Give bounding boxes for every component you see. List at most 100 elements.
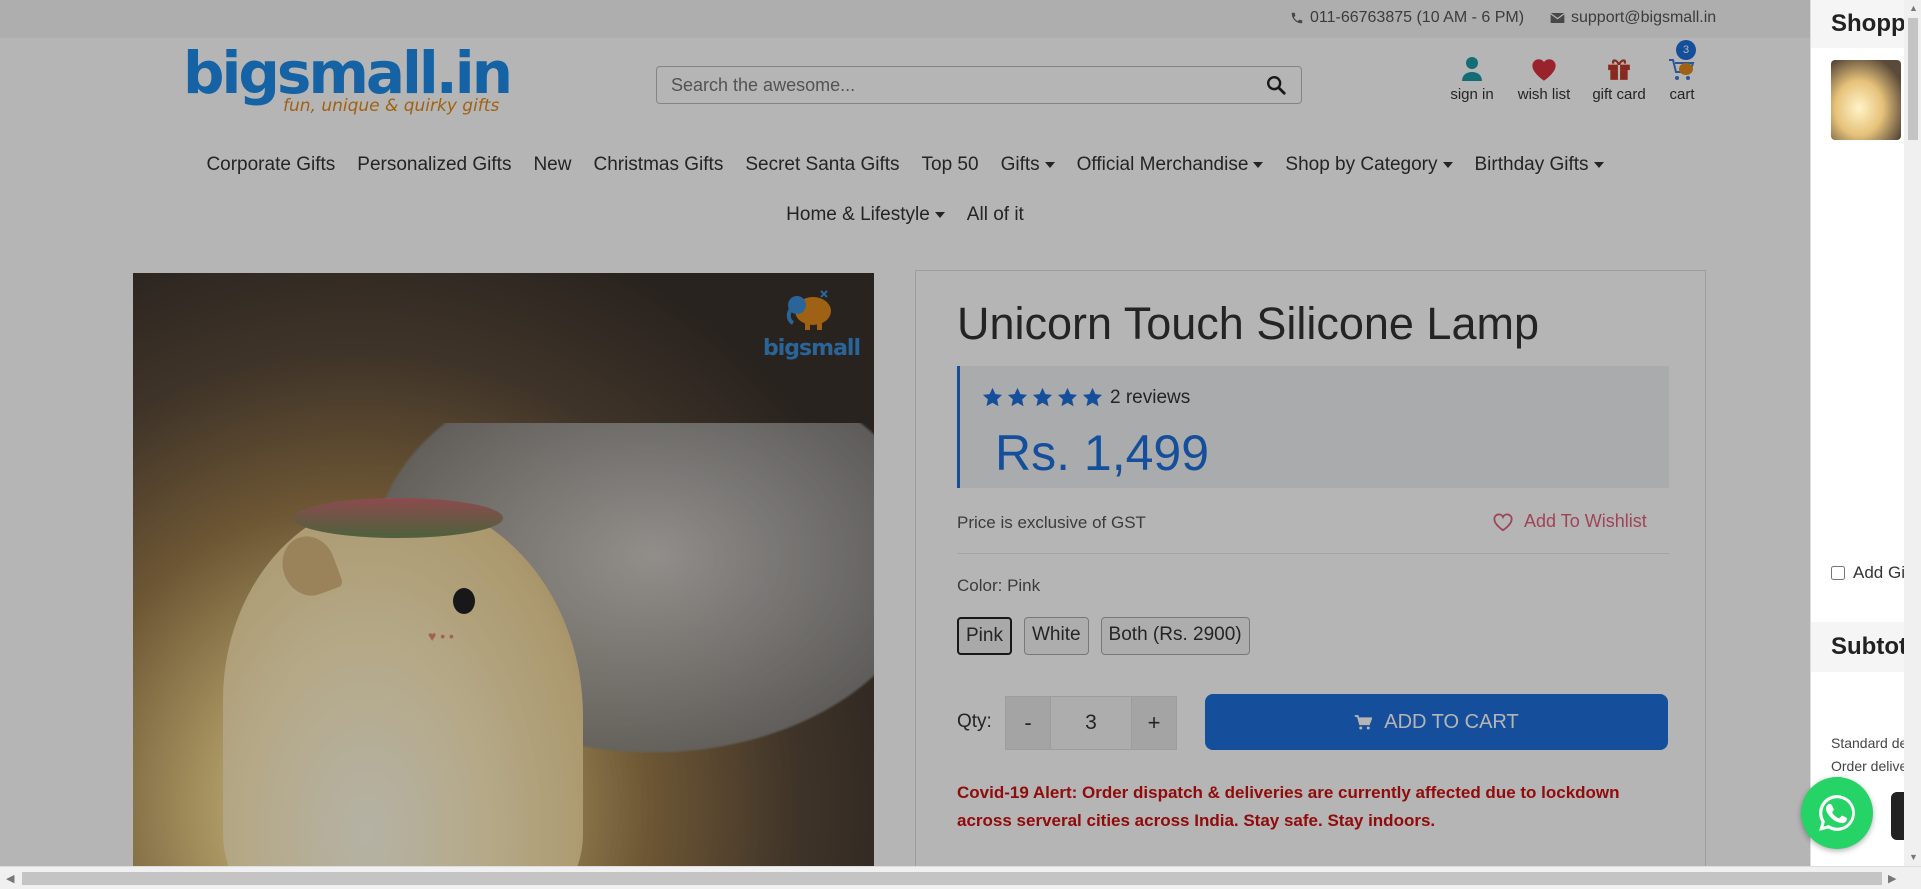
add-to-wishlist-button[interactable]: Add To Wishlist	[1492, 511, 1647, 532]
color-label: Color: Pink	[957, 576, 1041, 595]
star-icon	[1007, 387, 1028, 407]
whatsapp-icon	[1819, 795, 1855, 831]
heart-icon	[1532, 59, 1556, 81]
email-text: support@bigsmall.in	[1571, 9, 1717, 26]
scroll-down-icon[interactable]: ▼	[1909, 852, 1918, 862]
phone-icon	[1291, 12, 1303, 24]
caret-down-icon	[1442, 162, 1453, 168]
cart-count-badge: 3	[1676, 40, 1696, 60]
caret-down-icon	[1593, 162, 1604, 168]
star-icon	[982, 387, 1003, 407]
nav-shop-by-category[interactable]: Shop by Category	[1285, 154, 1453, 176]
star-icon	[1032, 387, 1053, 407]
qty-input[interactable]: 3	[1051, 696, 1131, 750]
phone-text: 011-66763875 (10 AM - 6 PM)	[1310, 9, 1525, 26]
product-image[interactable]: ♥ • • bigsmall	[133, 273, 874, 866]
scroll-right-icon[interactable]: ▶	[1888, 872, 1896, 885]
signin-link[interactable]: sign in	[1446, 56, 1498, 103]
wishlist-label: wish list	[1517, 86, 1571, 103]
top-bar: 011-66763875 (10 AM - 6 PM) support@bigs…	[0, 0, 1810, 38]
covid-alert: Covid-19 Alert: Order dispatch & deliver…	[957, 783, 1620, 830]
elephant-icon	[786, 290, 831, 330]
add-to-cart-button[interactable]: ADD TO CART	[1205, 694, 1668, 750]
cart-link[interactable]: 3 cart	[1662, 40, 1702, 103]
lamp-ear	[274, 528, 344, 604]
main-nav: Corporate Gifts Personalized Gifts New C…	[0, 140, 1810, 240]
scroll-up-icon[interactable]: ▲	[1909, 3, 1918, 13]
variant-white[interactable]: White	[1023, 617, 1089, 655]
nav-top-50[interactable]: Top 50	[922, 154, 979, 176]
search-bar	[656, 66, 1302, 104]
caret-down-icon	[1253, 162, 1264, 168]
add-to-cart-label: ADD TO CART	[1384, 710, 1519, 733]
user-icon	[1462, 57, 1482, 81]
cart-icon	[1355, 715, 1373, 730]
lamp-eye	[453, 588, 475, 614]
vertical-scrollbar[interactable]: ▲ ▼	[1904, 0, 1921, 866]
cart-item-thumbnail[interactable]	[1831, 60, 1901, 140]
giftcard-link[interactable]: gift card	[1586, 56, 1652, 103]
nav-item-label: Top 50	[921, 154, 979, 175]
signin-label: sign in	[1450, 86, 1494, 103]
nav-christmas-gifts[interactable]: Christmas Gifts	[593, 154, 723, 176]
nav-secret-santa-gifts[interactable]: Secret Santa Gifts	[745, 154, 899, 176]
variant-pink[interactable]: Pink	[957, 617, 1012, 655]
qty-decrease-button[interactable]: -	[1005, 696, 1051, 750]
quantity-stepper: - 3 +	[1005, 696, 1177, 750]
watermark-text: bigsmall	[763, 336, 861, 361]
nav-item-label: All of it	[966, 204, 1024, 225]
envelope-icon	[1550, 13, 1565, 23]
divider	[957, 553, 1669, 554]
nav-gifts[interactable]: Gifts	[1001, 154, 1055, 176]
qty-label: Qty:	[957, 711, 992, 732]
variant-both[interactable]: Both (Rs. 2900)	[1100, 617, 1250, 655]
nav-personalized-gifts[interactable]: Personalized Gifts	[357, 154, 511, 176]
lamp-band	[293, 498, 503, 538]
giftcard-label: gift card	[1592, 86, 1646, 103]
contact-phone[interactable]: 011-66763875 (10 AM - 6 PM)	[1290, 9, 1524, 27]
nav-item-label: Official Merchandise	[1076, 154, 1249, 175]
watermark-logo: bigsmall	[763, 285, 861, 361]
cart-label: cart	[1669, 86, 1695, 103]
review-count: 2 reviews	[1110, 386, 1191, 408]
search-input[interactable]	[671, 74, 1265, 96]
search-icon[interactable]	[1265, 74, 1287, 96]
qty-increase-button[interactable]: +	[1131, 696, 1177, 750]
star-icon	[1082, 387, 1103, 407]
product-panel: Unicorn Touch Silicone Lamp 2 reviews Rs…	[915, 270, 1706, 866]
site-logo[interactable]: bigsmall.in fun, unique & quirky gifts	[183, 39, 513, 124]
nav-row-1: Corporate Gifts Personalized Gifts New C…	[0, 140, 1810, 190]
wishlist-link[interactable]: wish list	[1512, 56, 1576, 103]
nav-corporate-gifts[interactable]: Corporate Gifts	[206, 154, 335, 176]
nav-item-label: Personalized Gifts	[357, 154, 512, 175]
caret-down-icon	[1044, 162, 1055, 168]
logo-tagline: fun, unique & quirky gifts	[283, 96, 500, 116]
nav-item-label: Shop by Category	[1285, 154, 1438, 175]
nav-birthday-gifts[interactable]: Birthday Gifts	[1475, 154, 1604, 176]
product-title: Unicorn Touch Silicone Lamp	[957, 298, 1539, 349]
gst-note: Price is exclusive of GST	[957, 513, 1146, 532]
horizontal-scroll-thumb[interactable]	[22, 872, 1882, 885]
scroll-left-icon[interactable]: ◀	[6, 872, 14, 885]
nav-item-label: Corporate Gifts	[206, 154, 336, 175]
contact-email[interactable]: support@bigsmall.in	[1550, 9, 1716, 27]
cart-elephant-icon	[1669, 59, 1695, 80]
nav-item-label: New	[533, 154, 572, 175]
logo-brand: bigsmall.in	[183, 39, 513, 107]
product-page: 011-66763875 (10 AM - 6 PM) support@bigs…	[0, 0, 1810, 866]
gift-wrap-checkbox[interactable]	[1831, 566, 1845, 580]
price-box: 2 reviews Rs. 1,499	[957, 366, 1669, 488]
whatsapp-chat-button[interactable]	[1801, 777, 1873, 849]
heart-outline-icon	[1493, 513, 1513, 531]
nav-official-merchandise[interactable]: Official Merchandise	[1077, 154, 1264, 176]
nav-new[interactable]: New	[533, 154, 571, 176]
wishlist-text: Add To Wishlist	[1524, 511, 1647, 531]
nav-all-of-it[interactable]: All of it	[967, 204, 1024, 226]
horizontal-scrollbar[interactable]: ◀ ▶	[0, 866, 1921, 889]
vertical-scroll-thumb[interactable]	[1908, 18, 1918, 140]
rating-stars[interactable]: 2 reviews	[981, 386, 1190, 409]
nav-item-label: Birthday Gifts	[1474, 154, 1589, 175]
gift-icon	[1608, 59, 1630, 80]
nav-home-lifestyle[interactable]: Home & Lifestyle	[786, 204, 945, 226]
nav-item-label: Christmas Gifts	[593, 154, 724, 175]
